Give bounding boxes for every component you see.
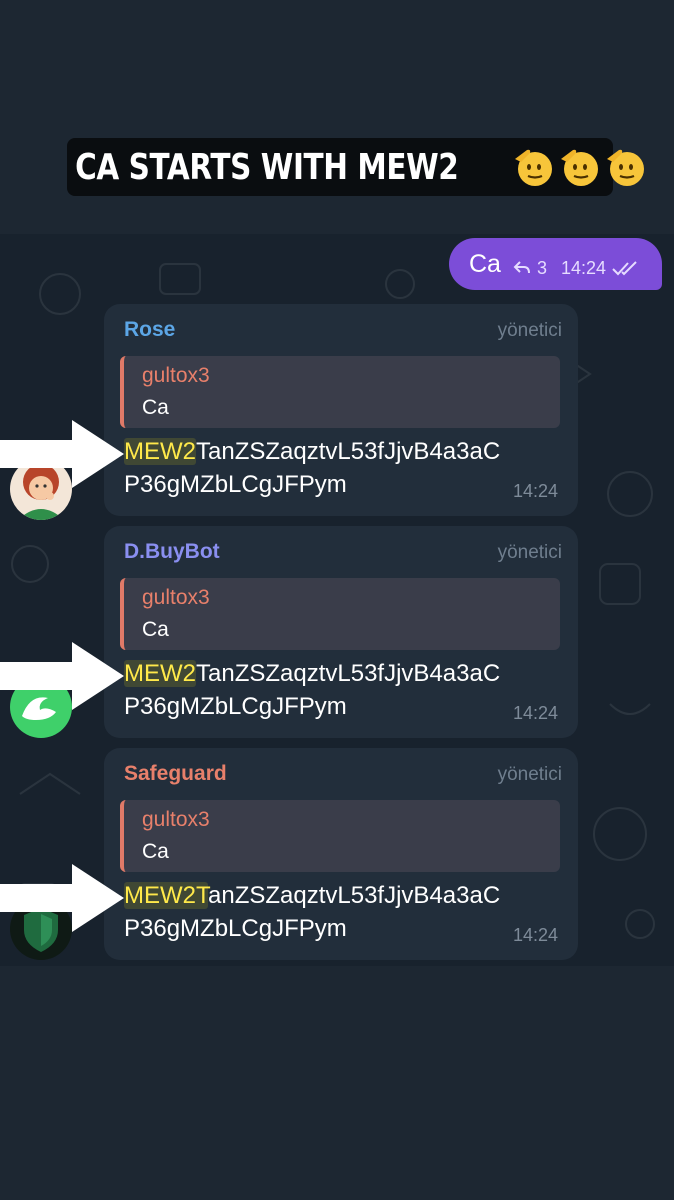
sender-name[interactable]: Safeguard (124, 762, 227, 786)
role-badge: yönetici (497, 320, 562, 341)
contract-address-line2: P36gMZbLCgJFPym (124, 693, 347, 720)
bottom-empty-area (0, 966, 674, 1200)
contract-address-line2: P36gMZbLCgJFPym (124, 471, 347, 498)
reply-text: Ca (142, 396, 169, 419)
highlighted-prefix: MEW2 (124, 660, 196, 687)
reply-count: 3 (536, 257, 547, 278)
reply-sender: gultox3 (142, 364, 210, 387)
pointer-arrow-icon (0, 642, 124, 710)
message-rose[interactable]: Rose yönetici gultox3 Ca MEW2TanZSZaqztv… (104, 304, 578, 516)
role-badge: yönetici (497, 542, 562, 563)
highlighted-prefix: MEW2 (124, 438, 196, 465)
message-time: 14:24 (512, 703, 558, 723)
saluting-face-icon (560, 149, 598, 186)
saluting-face-icon (514, 149, 552, 186)
contract-address-line1: MEW2TanZSZaqztvL53fJjvB4a3aC (124, 438, 500, 466)
reply-sender: gultox3 (142, 808, 210, 831)
contract-address-line1: MEW2TanZSZaqztvL53fJjvB4a3aC (124, 660, 500, 688)
outgoing-time: 14:24 (560, 257, 606, 278)
caption-text: CA STARTS WITH MEW2 (75, 146, 459, 188)
chat-area[interactable]: Ca 3 14:24 Rose yönetici gultox3 Ca MEW2… (0, 234, 674, 966)
message-safeguard[interactable]: Safeguard yönetici gultox3 Ca MEW2TanZSZ… (104, 748, 578, 960)
sender-name[interactable]: Rose (124, 318, 175, 342)
outgoing-meta: 3 14:24 (513, 258, 640, 279)
reply-text: Ca (142, 618, 169, 641)
saluting-face-icon (606, 149, 644, 186)
pointer-arrow-icon (0, 864, 124, 932)
reply-quote[interactable]: gultox3 Ca (120, 356, 560, 428)
reply-arrow-icon (513, 261, 530, 274)
outgoing-text: Ca (468, 249, 501, 278)
reply-text: Ca (142, 840, 169, 863)
reply-quote[interactable]: gultox3 Ca (120, 800, 560, 872)
reply-sender: gultox3 (142, 586, 210, 609)
pointer-arrow-icon (0, 420, 124, 488)
address-rest: anZSZaqztvL53fJjvB4a3aC (208, 882, 501, 909)
message-dbuybot[interactable]: D.BuyBot yönetici gultox3 Ca MEW2TanZSZa… (104, 526, 578, 738)
role-badge: yönetici (497, 764, 562, 785)
contract-address-line1: MEW2TanZSZaqztvL53fJjvB4a3aC (124, 882, 500, 910)
contract-address-line2: P36gMZbLCgJFPym (124, 915, 347, 942)
address-rest: TanZSZaqztvL53fJjvB4a3aC (196, 438, 501, 465)
sender-name[interactable]: D.BuyBot (124, 540, 220, 564)
address-rest: TanZSZaqztvL53fJjvB4a3aC (196, 660, 501, 687)
message-time: 14:24 (512, 481, 558, 501)
double-check-icon (612, 261, 637, 276)
outgoing-message[interactable]: Ca 3 14:24 (448, 238, 662, 290)
message-time: 14:24 (512, 925, 558, 945)
highlighted-prefix: MEW2T (124, 882, 208, 909)
emoji-row (511, 145, 647, 189)
caption-banner: CA STARTS WITH MEW2 (67, 138, 644, 196)
reply-quote[interactable]: gultox3 Ca (120, 578, 560, 650)
